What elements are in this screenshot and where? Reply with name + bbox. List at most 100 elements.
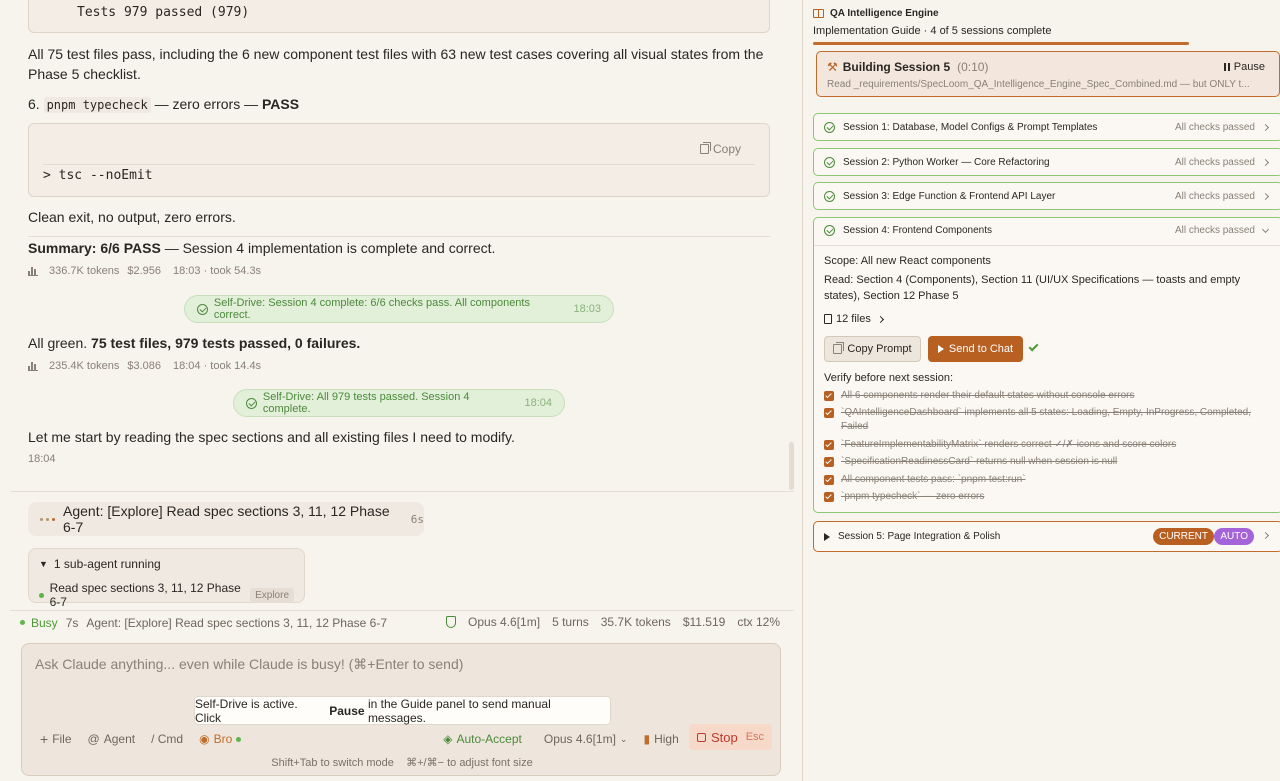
eye-icon: ◉ bbox=[199, 732, 210, 746]
copy-icon bbox=[699, 142, 711, 154]
step-6-result: PASS bbox=[261, 96, 300, 112]
chevron-right-icon bbox=[1261, 192, 1270, 200]
self-drive-notice-1: Self-Drive: Session 4 complete: 6/6 chec… bbox=[184, 295, 614, 323]
chevron-right-icon bbox=[1261, 123, 1270, 131]
chat-input-placeholder[interactable]: Ask Claude anything... even while Claude… bbox=[35, 656, 463, 673]
check-circle-icon bbox=[824, 156, 835, 168]
model-select[interactable]: Opus 4.6[1m] ⌄ bbox=[544, 732, 628, 746]
send-to-chat-button[interactable]: Send to Chat bbox=[928, 336, 1023, 362]
check-circle-icon bbox=[824, 190, 835, 202]
all-green-line: All green. 75 test files, 979 tests pass… bbox=[28, 335, 361, 351]
verify-item[interactable]: `pnpm typecheck` — zero errors bbox=[824, 490, 1274, 504]
effort-select[interactable]: ▮ High bbox=[643, 732, 678, 746]
checkbox-checked[interactable] bbox=[824, 492, 834, 502]
check-circle-icon bbox=[246, 397, 257, 409]
session-3-row[interactable]: Session 3: Edge Function & Frontend API … bbox=[813, 182, 1280, 210]
chat-input-box[interactable]: Ask Claude anything... even while Claude… bbox=[21, 643, 781, 776]
verify-item[interactable]: All 6 components render their default st… bbox=[824, 389, 1274, 403]
bro-toggle[interactable]: ◉ Bro bbox=[199, 732, 242, 746]
hammer-icon: ⚒ bbox=[827, 60, 838, 74]
auto-accept-toggle[interactable]: ◈ Auto-Accept bbox=[443, 732, 522, 746]
chevron-right-icon bbox=[1261, 158, 1270, 166]
check-circle-icon bbox=[197, 303, 208, 315]
auto-badge: AUTO bbox=[1214, 528, 1254, 545]
checkbox-checked[interactable] bbox=[824, 391, 834, 401]
keyboard-hints: Shift+Tab to switch mode ⌘+/⌘− to adjust… bbox=[271, 757, 533, 769]
shield-check-icon: ◈ bbox=[443, 732, 453, 746]
guide-progress-bar bbox=[813, 42, 1189, 45]
chevron-right-icon bbox=[876, 315, 884, 323]
chevron-right-icon bbox=[1261, 531, 1270, 540]
chevron-down-icon: ⌄ bbox=[619, 733, 628, 744]
check-circle-icon bbox=[824, 121, 835, 133]
command-code-block: Copy > tsc --noEmit bbox=[28, 123, 770, 197]
agent-mention-button[interactable]: @ Agent bbox=[88, 732, 136, 746]
tests-line: Tests 979 passed (979) bbox=[77, 5, 250, 20]
pause-icon bbox=[1223, 63, 1230, 71]
session-1-row[interactable]: Session 1: Database, Model Configs & Pro… bbox=[813, 113, 1280, 141]
at-icon: @ bbox=[87, 732, 100, 746]
verify-item[interactable]: All component tests pass: `pnpm test:run… bbox=[824, 473, 1274, 487]
checkbox-checked[interactable] bbox=[824, 475, 834, 485]
agent-activity-pill: Agent: [Explore] Read spec sections 3, 1… bbox=[28, 502, 424, 536]
files-toggle[interactable]: 12 files bbox=[824, 313, 884, 325]
attach-file-button[interactable]: + File bbox=[40, 731, 72, 747]
bars-icon: ▮ bbox=[643, 732, 651, 746]
book-icon bbox=[813, 9, 824, 18]
sub-agent-panel[interactable]: ▼ 1 sub-agent running Read spec sections… bbox=[28, 548, 305, 609]
verify-item[interactable]: `SpecificationReadinessCard` returns nul… bbox=[824, 455, 1274, 469]
pause-button[interactable]: Pause bbox=[1223, 61, 1265, 73]
message-meta-1: 336.7K tokens $2.956 18:03 · took 54.3s bbox=[28, 265, 261, 277]
code-divider bbox=[43, 164, 755, 165]
command-line: > tsc --noEmit bbox=[43, 168, 153, 183]
guide-title: QA Intelligence Engine bbox=[813, 8, 939, 19]
chat-transcript[interactable]: Tests 979 passed (979) All 75 test files… bbox=[0, 0, 802, 612]
loading-dots-icon bbox=[40, 517, 55, 521]
checkbox-checked[interactable] bbox=[824, 408, 834, 418]
copy-icon bbox=[833, 342, 845, 354]
verify-item[interactable]: `FeatureImplementabilityMatrix` renders … bbox=[824, 438, 1274, 452]
session-4-panel: Session 4: Frontend Components All check… bbox=[813, 217, 1280, 513]
divider bbox=[28, 236, 770, 237]
sent-check-icon bbox=[1028, 341, 1039, 352]
session-4-header[interactable]: Session 4: Frontend Components All check… bbox=[824, 225, 1274, 236]
test-output-block: Tests 979 passed (979) bbox=[28, 0, 770, 33]
sub-agent-item: Read spec sections 3, 11, 12 Phase 6-7 E… bbox=[39, 581, 294, 609]
session-5-row[interactable]: Session 5: Page Integration & Polish CUR… bbox=[813, 521, 1280, 552]
running-dot-icon bbox=[39, 592, 44, 598]
caret-down-icon: ▼ bbox=[39, 559, 48, 569]
busy-dot-icon bbox=[20, 620, 25, 625]
stop-button[interactable]: Stop Esc bbox=[689, 724, 772, 750]
self-drive-notice-2: Self-Drive: All 979 tests passed. Sessio… bbox=[233, 389, 565, 417]
building-session-card: ⚒ Building Session 5 (0:10) Pause Read _… bbox=[816, 51, 1280, 97]
plus-icon: + bbox=[40, 731, 49, 747]
chart-icon bbox=[28, 266, 38, 276]
session-2-row[interactable]: Session 2: Python Worker — Core Refactor… bbox=[813, 148, 1280, 176]
command-button[interactable]: / Cmd bbox=[151, 732, 183, 746]
start-reading-text: Let me start by reading the spec section… bbox=[28, 429, 515, 445]
session-4-read: Read: Section 4 (Components), Section 11… bbox=[824, 274, 1241, 302]
summary-line: Summary: 6/6 PASS — Session 4 implementa… bbox=[28, 240, 496, 256]
chat-pane: Tests 979 passed (979) All 75 test files… bbox=[0, 0, 802, 781]
file-icon bbox=[824, 314, 832, 324]
result-paragraph: All 75 test files pass, including the 6 … bbox=[28, 46, 764, 82]
current-badge: CURRENT bbox=[1153, 528, 1214, 545]
explore-tag: Explore bbox=[250, 587, 294, 603]
copy-prompt-button[interactable]: Copy Prompt bbox=[824, 336, 921, 362]
verify-item[interactable]: `QAIntelligenceDashboard` implements all… bbox=[824, 406, 1274, 434]
check-circle-icon bbox=[824, 225, 835, 236]
inline-code-typecheck: pnpm typecheck bbox=[43, 97, 151, 113]
chevron-down-icon bbox=[1261, 225, 1270, 233]
copy-code-button[interactable]: Copy bbox=[699, 142, 741, 156]
building-description: Read _requirements/SpecLoom_QA_Intellige… bbox=[827, 79, 1250, 90]
chart-icon bbox=[28, 361, 38, 371]
checkbox-checked[interactable] bbox=[824, 440, 834, 450]
checkbox-checked[interactable] bbox=[824, 457, 834, 467]
bro-status-dot bbox=[236, 736, 242, 742]
verify-heading: Verify before next session: bbox=[824, 372, 954, 384]
sub-agent-header[interactable]: ▼ 1 sub-agent running bbox=[39, 557, 294, 571]
guide-subtitle: Implementation Guide · 4 of 5 sessions c… bbox=[813, 25, 1052, 37]
self-drive-tooltip: Self-Drive is active. Click Pause in the… bbox=[194, 696, 611, 725]
chat-scrollbar[interactable] bbox=[789, 442, 794, 490]
status-bar: Busy 7s Agent: [Explore] Read spec secti… bbox=[10, 610, 794, 634]
